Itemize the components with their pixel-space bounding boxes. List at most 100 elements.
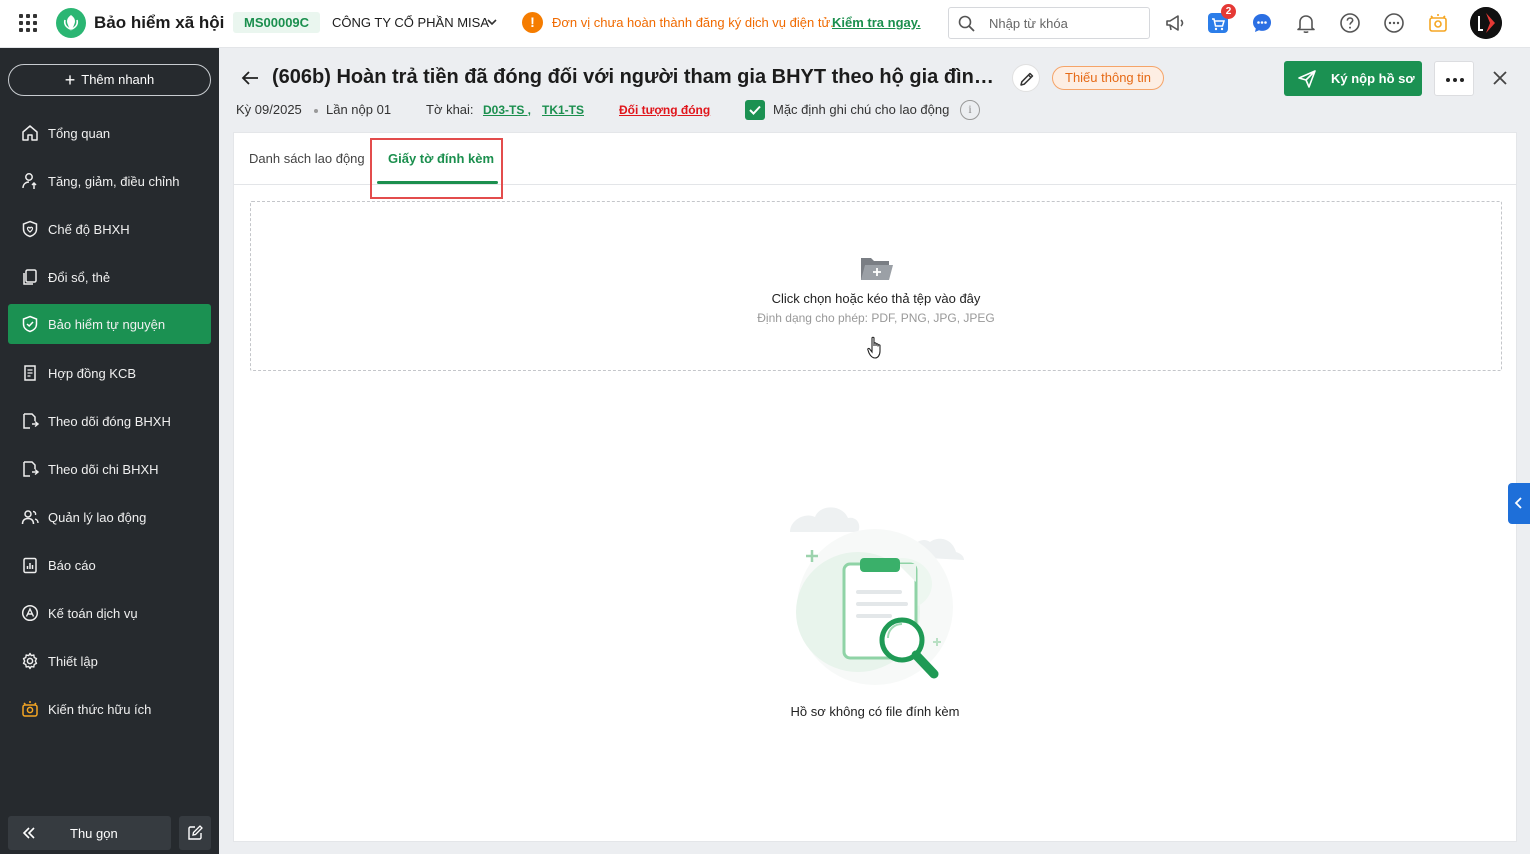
chevron-left-icon	[1514, 497, 1522, 509]
close-icon[interactable]	[1490, 68, 1510, 88]
sidebar-item-reports[interactable]: Báo cáo	[8, 545, 211, 585]
shield-check-icon	[22, 315, 38, 333]
sidebar-item-label: Kiến thức hữu ích	[48, 702, 152, 717]
sidebar-item-useful-knowledge[interactable]: Kiến thức hữu ích	[8, 689, 211, 729]
company-selector[interactable]: CÔNG TY CỔ PHẦN MISA	[332, 15, 489, 30]
sidebar-item-track-expense[interactable]: Theo dõi chi BHXH	[8, 449, 211, 489]
sign-submit-label: Ký nộp hồ sơ	[1331, 71, 1415, 86]
collapse-sidebar-button[interactable]: Thu gọn	[8, 816, 171, 850]
info-icon[interactable]: i	[960, 100, 980, 120]
tab-bar: Danh sách lao động Giấy tờ đính kèm	[234, 133, 1516, 199]
empty-clipboard-illustration	[780, 502, 970, 692]
double-chevron-left-icon	[22, 827, 35, 839]
more-options-button[interactable]	[1434, 61, 1474, 96]
sidebar-item-label: Theo dõi chi BHXH	[48, 462, 159, 477]
cart-count-badge: 2	[1221, 4, 1236, 19]
sidebar-item-bhxh-regime[interactable]: Chế độ BHXH	[8, 209, 211, 249]
chat-icon[interactable]	[1251, 12, 1273, 34]
sidebar-item-label: Tổng quan	[48, 126, 111, 141]
edit-menu-button[interactable]	[179, 816, 211, 850]
page-title: (606b) Hoàn trả tiền đã đóng đối với ngư…	[272, 66, 994, 88]
sidebar-item-label: Quản lý lao động	[48, 510, 147, 525]
collapse-label: Thu gọn	[70, 826, 118, 841]
shield-heart-icon	[22, 220, 38, 238]
dropzone-formats: Định dạng cho phép: PDF, PNG, JPG, JPEG	[757, 311, 995, 325]
app-grid-icon[interactable]	[19, 14, 37, 32]
warning-icon: !	[522, 12, 543, 33]
submission-text: Lần nộp 01	[326, 102, 392, 117]
sidebar-item-label: Hợp đồng KCB	[48, 366, 137, 381]
sidebar-item-label: Thiết lập	[48, 654, 98, 669]
separator-dot	[314, 109, 318, 113]
sidebar-item-label: Theo dõi đóng BHXH	[48, 414, 171, 429]
dot	[1446, 78, 1450, 82]
edit-icon	[188, 825, 203, 840]
dropzone-title: Click chọn hoặc kéo thả tệp vào đây	[771, 291, 981, 306]
sidebar-item-settings[interactable]: Thiết lập	[8, 641, 211, 681]
subject-link[interactable]: Đối tượng đóng	[619, 103, 710, 117]
check-icon	[749, 105, 761, 115]
sidebar: + Thêm nhanh Tổng quan Tăng, giảm, điều c…	[0, 48, 219, 854]
empty-state-text: Hồ sơ không có file đính kèm	[790, 704, 960, 719]
users-icon	[21, 510, 39, 525]
form-link-d03[interactable]: D03-TS ,	[483, 103, 531, 117]
tab-employee-list[interactable]: Danh sách lao động	[249, 151, 365, 166]
edit-title-button[interactable]	[1012, 64, 1040, 92]
lightbulb-icon[interactable]	[1427, 12, 1449, 34]
doc-track-icon	[23, 461, 39, 477]
sidebar-item-label: Kế toán dịch vụ	[48, 606, 138, 621]
bell-icon[interactable]	[1295, 12, 1317, 34]
dot	[1453, 78, 1457, 82]
app-logo	[56, 8, 86, 38]
quick-add-button[interactable]: + Thêm nhanh	[8, 64, 211, 96]
sidebar-item-labor-management[interactable]: Quản lý lao động	[8, 497, 211, 537]
sidebar-item-label: Đổi sổ, thẻ	[48, 270, 111, 285]
sidebar-item-accounting-service[interactable]: Kế toán dịch vụ	[8, 593, 211, 633]
contract-icon	[24, 365, 36, 381]
dot	[1460, 78, 1464, 82]
sidebar-item-kcb-contract[interactable]: Hợp đồng KCB	[8, 353, 211, 393]
sidebar-item-change-book[interactable]: Đổi sổ, thẻ	[8, 257, 211, 297]
app-name: Bảo hiểm xã hội	[94, 13, 225, 32]
lightbulb-icon	[22, 701, 38, 717]
period-text: Kỳ 09/2025	[236, 102, 302, 117]
more-circle-icon[interactable]	[1383, 12, 1405, 34]
form-link-tk1[interactable]: TK1-TS	[542, 103, 584, 117]
send-icon	[1298, 70, 1316, 88]
sidebar-item-label: Báo cáo	[48, 558, 96, 573]
home-icon	[22, 125, 38, 141]
sidebar-item-overview[interactable]: Tổng quan	[8, 113, 211, 153]
accounting-icon	[21, 604, 39, 622]
hand-cursor-icon	[867, 336, 881, 359]
warning-message: Đơn vị chưa hoàn thành đăng ký dịch vụ đ…	[552, 15, 834, 30]
default-note-label: Mặc định ghi chú cho lao động	[773, 102, 950, 117]
search-box[interactable]	[948, 7, 1150, 39]
sign-submit-button[interactable]: Ký nộp hồ sơ	[1284, 61, 1422, 96]
doc-track-icon	[23, 413, 39, 429]
back-arrow-icon[interactable]	[240, 68, 260, 88]
sidebar-item-adjustments[interactable]: Tăng, giảm, điều chỉnh	[8, 161, 211, 201]
help-icon[interactable]	[1339, 12, 1361, 34]
sidebar-item-label: Tăng, giảm, điều chỉnh	[48, 174, 180, 189]
sidebar-item-track-payment[interactable]: Theo dõi đóng BHXH	[8, 401, 211, 441]
sidebar-item-voluntary-insurance[interactable]: Bảo hiểm tự nguyện	[8, 304, 211, 344]
top-bar: Bảo hiểm xã hội MS00009C CÔNG TY CỔ PHẦN…	[0, 0, 1530, 48]
side-panel-toggle[interactable]	[1508, 483, 1530, 524]
search-input[interactable]	[989, 14, 1139, 33]
report-icon	[23, 557, 37, 574]
search-icon	[958, 15, 975, 32]
check-now-link[interactable]: Kiểm tra ngay.	[832, 15, 921, 30]
folder-add-icon	[861, 258, 893, 280]
sidebar-item-label: Chế độ BHXH	[48, 222, 130, 237]
chevron-down-icon[interactable]	[486, 16, 498, 28]
user-adjust-icon	[22, 173, 37, 189]
main-content: Danh sách lao động Giấy tờ đính kèm Clic…	[233, 132, 1517, 842]
user-avatar[interactable]	[1470, 7, 1502, 39]
form-label: Tờ khai:	[426, 102, 474, 117]
highlight-box	[370, 138, 503, 199]
default-note-checkbox[interactable]	[745, 100, 765, 120]
megaphone-icon[interactable]	[1164, 12, 1186, 34]
org-code-badge: MS00009C	[233, 12, 321, 33]
card-swap-icon	[23, 269, 37, 285]
gear-icon	[22, 652, 38, 670]
